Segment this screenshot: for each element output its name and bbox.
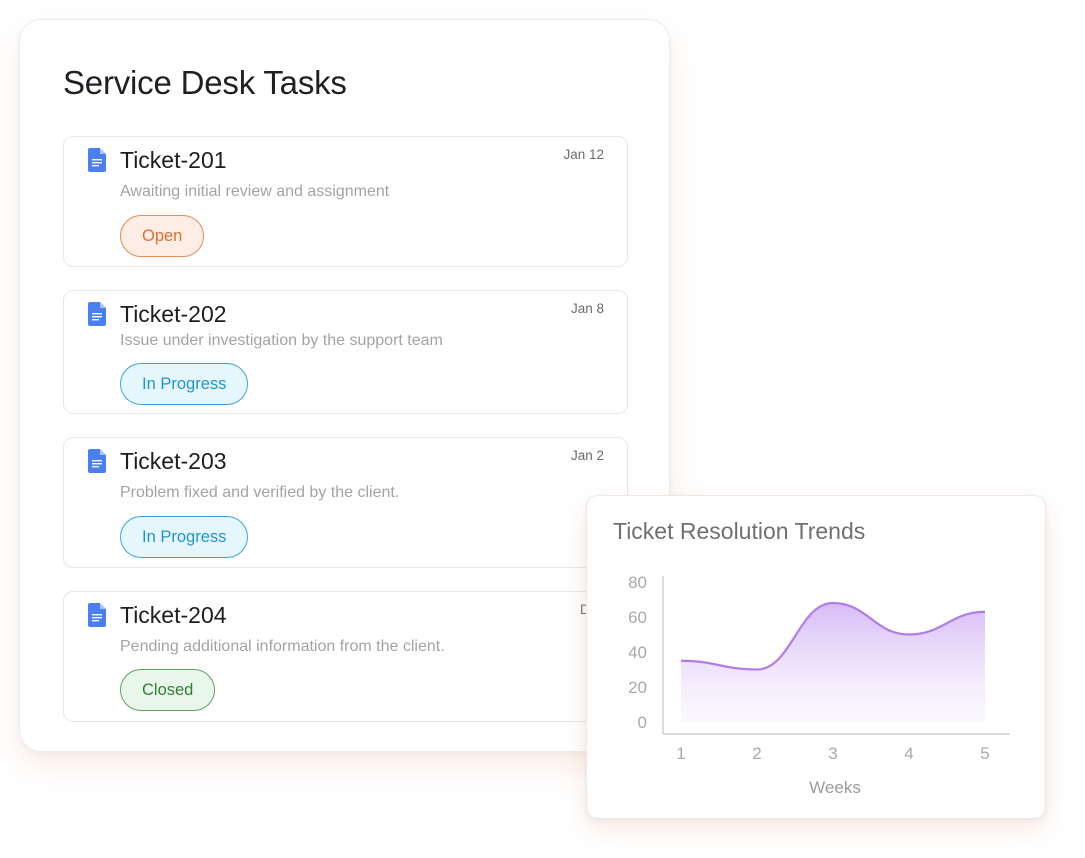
ticket-description: Problem fixed and verified by the client…: [120, 484, 400, 501]
ticket-card[interactable]: Ticket-201 Jan 12 Awaiting initial revie…: [63, 136, 628, 267]
x-tick-label: 5: [980, 744, 989, 763]
ticket-date: Jan 2: [570, 448, 604, 463]
ticket-date: Jan 8: [570, 301, 604, 316]
x-tick-label: 2: [752, 744, 761, 763]
y-tick-label: 60: [628, 608, 647, 627]
y-tick-label: 80: [628, 573, 647, 592]
ticket-card[interactable]: Ticket-204 Dec Pending additional inform…: [63, 591, 628, 722]
ticket-date: Jan 12: [563, 147, 604, 162]
area-chart: 0 20 40 60 80 1 2 3 4 5 Weeks: [628, 573, 1010, 797]
ticket-description: Issue under investigation by the support…: [120, 332, 443, 349]
ticket-title: Ticket-203: [120, 448, 227, 474]
ticket-title: Ticket-204: [120, 602, 227, 628]
google-docs-icon: [88, 148, 106, 172]
google-docs-icon: [88, 449, 106, 473]
y-tick-label: 20: [628, 678, 647, 697]
status-badge-in-progress[interactable]: In Progress: [120, 363, 249, 405]
y-tick-label: 0: [638, 713, 647, 732]
x-tick-label: 4: [904, 744, 913, 763]
ticket-card[interactable]: Ticket-202 Jan 8 Issue under investigati…: [63, 290, 628, 414]
ticket-description: Pending additional information from the …: [120, 638, 445, 655]
status-badge-open[interactable]: Open: [120, 215, 205, 257]
ticket-title: Ticket-201: [120, 147, 227, 173]
x-tick-label: 3: [828, 744, 837, 763]
ticket-resolution-chart-card: Ticket Resolution Trends 0 20 40 60 80 12345…: [586, 495, 1046, 819]
service-desk-tasks-panel: Service Desk Tasks Ticket-201 Jan 12 Awa…: [19, 19, 670, 752]
ticket-description: Awaiting initial review and assignment: [120, 183, 390, 200]
x-axis-title: Weeks: [809, 778, 861, 797]
status-badge-in-progress[interactable]: In Progress: [120, 516, 249, 558]
google-docs-icon: [88, 302, 106, 326]
x-tick-label: 1: [676, 744, 685, 763]
page-title: Service Desk Tasks: [63, 64, 347, 101]
y-tick-label: 40: [628, 643, 647, 662]
ticket-card[interactable]: Ticket-203 Jan 2 Problem fixed and verif…: [63, 437, 628, 568]
ticket-title: Ticket-202: [120, 301, 227, 327]
status-badge-closed[interactable]: Closed: [120, 669, 216, 711]
google-docs-icon: [88, 603, 106, 627]
area-fill: [681, 603, 985, 722]
